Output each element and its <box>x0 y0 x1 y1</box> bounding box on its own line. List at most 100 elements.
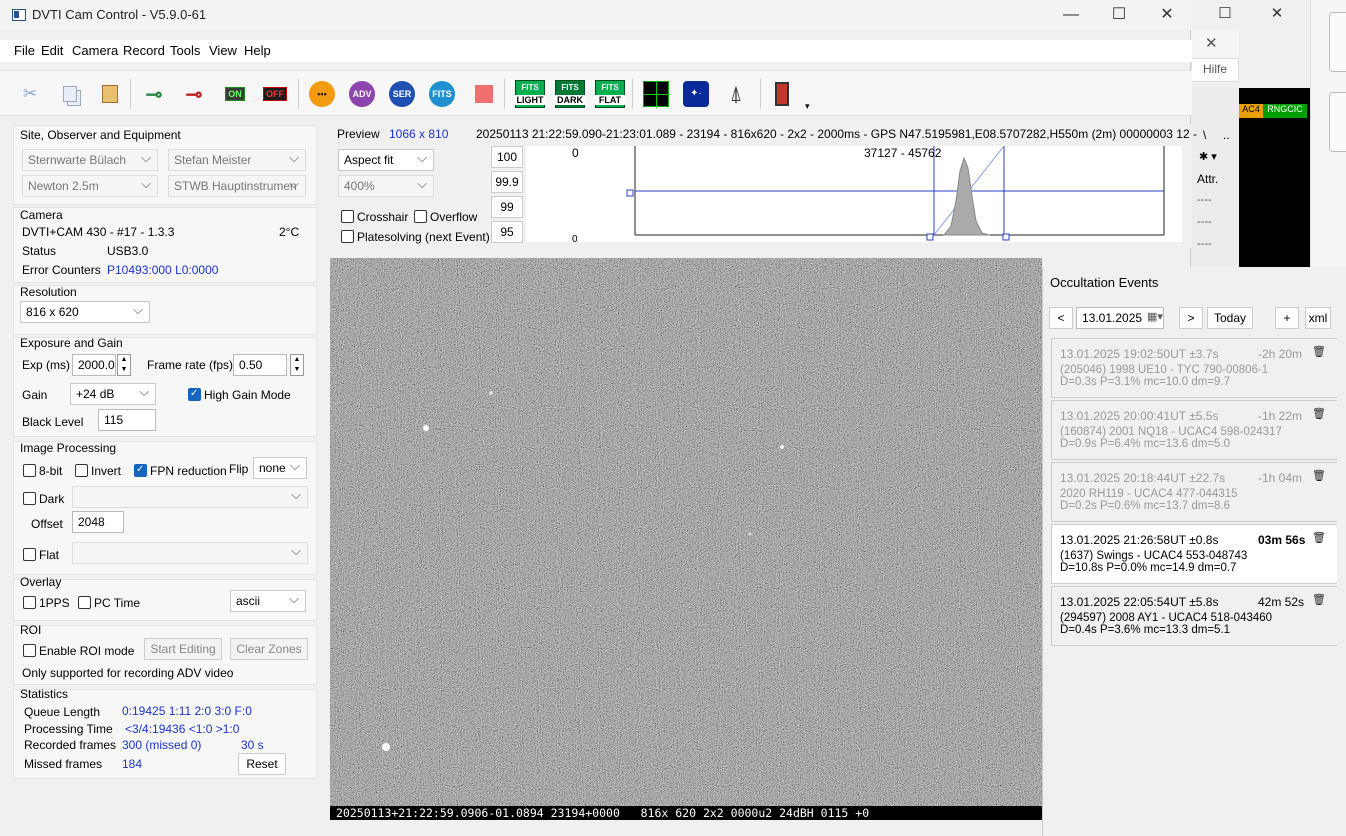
copy-icon[interactable] <box>56 81 84 107</box>
crosshair-checkbox[interactable] <box>341 210 354 223</box>
bg-text: .. <box>1223 128 1230 142</box>
camera-on-icon[interactable]: ON <box>218 81 252 107</box>
stop-button[interactable] <box>470 81 498 107</box>
events-scrollbar[interactable] <box>1337 338 1346 836</box>
event-item[interactable]: 13.01.2025 20:00:41UT ±5.5s -1h 22m 🗑 (1… <box>1051 400 1339 460</box>
calendar-icon[interactable]: ▦▾ <box>1147 310 1163 323</box>
minimize-button[interactable]: — <box>1048 0 1094 30</box>
dark-checkbox[interactable] <box>23 492 36 505</box>
reset-button[interactable]: Reset <box>238 753 286 775</box>
close-button[interactable]: ✕ <box>1144 0 1190 30</box>
frame-rate-input[interactable]: 0.50 <box>233 354 287 376</box>
menu-record[interactable]: Record <box>123 43 165 58</box>
aspect-fit-select[interactable]: Aspect fit <box>338 149 434 171</box>
telescope-select[interactable]: Newton 2.5m <box>22 175 158 197</box>
roi-enable-checkbox[interactable] <box>23 644 36 657</box>
offset-input[interactable]: 2048 <box>72 511 124 533</box>
flat-frame-select[interactable] <box>72 542 308 564</box>
event-item[interactable]: 13.01.2025 22:05:54UT ±5.8s 42m 52s 🗑 (2… <box>1051 586 1339 646</box>
pc-time-checkbox[interactable] <box>78 596 91 609</box>
observer-select[interactable]: Stefan Meister <box>168 149 306 171</box>
fits-light-button[interactable]: FITS LIGHT <box>514 80 546 108</box>
maximize-button[interactable]: ☐ <box>1096 0 1142 30</box>
bg-text: ---- <box>1197 216 1212 228</box>
zoom-select[interactable]: 400% <box>338 175 434 197</box>
menu-help[interactable]: Help <box>244 43 271 58</box>
platesolve-icon[interactable]: ✦· <box>682 81 710 107</box>
overflow-label: Overflow <box>430 210 478 224</box>
overlay-format-select[interactable]: ascii <box>230 590 306 612</box>
next-day-button[interactable]: > <box>1179 307 1203 329</box>
prev-day-button[interactable]: < <box>1049 307 1073 329</box>
connect-icon[interactable]: ⊸ <box>140 81 168 107</box>
percentile-99-9-button[interactable]: 99.9 <box>491 171 523 193</box>
percentile-100-button[interactable]: 100 <box>491 146 523 168</box>
record-options-button[interactable]: ••• <box>308 81 336 107</box>
fits-flat-button[interactable]: FITS FLAT <box>594 80 626 108</box>
bg-close-button[interactable]: ✕ <box>1257 4 1297 24</box>
delete-icon[interactable]: 🗑 <box>1312 593 1326 606</box>
toolbar-overflow-icon[interactable]: ▾ <box>805 101 810 112</box>
clear-zones-button[interactable]: Clear Zones <box>230 638 308 660</box>
camera-off-icon[interactable]: OFF <box>258 81 292 107</box>
bg-close-button-2[interactable]: ✕ <box>1205 34 1218 52</box>
overlay-header: Overlay <box>20 575 62 589</box>
1pps-checkbox[interactable] <box>23 596 36 609</box>
paste-icon[interactable] <box>96 81 124 107</box>
platesolving-checkbox[interactable] <box>341 230 354 243</box>
bg-menu-hilfe[interactable]: Hilfe <box>1203 62 1227 76</box>
adv-button[interactable]: ADV <box>348 81 376 107</box>
xml-button[interactable]: xml <box>1305 307 1331 329</box>
exposure-input[interactable]: 2000.0 <box>72 354 116 376</box>
camera-temperature: 2°C <box>279 225 300 239</box>
histogram[interactable]: 37127 - 45762 <box>626 146 1182 242</box>
flat-checkbox[interactable] <box>23 548 36 561</box>
menu-file[interactable]: File <box>14 43 35 58</box>
delete-icon[interactable]: 🗑 <box>1312 531 1326 544</box>
instrument-select[interactable]: STWB Hauptinstrumen <box>168 175 306 197</box>
error-counters-value: P10493:000 L0:0000 <box>107 263 219 277</box>
add-event-button[interactable]: + <box>1275 307 1299 329</box>
8bit-checkbox[interactable] <box>23 464 36 477</box>
site-select[interactable]: Sternwarte Bülach <box>22 149 158 171</box>
menu-camera[interactable]: Camera <box>72 43 118 58</box>
hardware-icon[interactable] <box>768 81 796 107</box>
percentile-99-button[interactable]: 99 <box>491 196 523 218</box>
window-title: DVTI Cam Control - V5.9.0-61 <box>32 7 207 22</box>
star-field-icon[interactable] <box>642 81 670 108</box>
delete-icon[interactable]: 🗑 <box>1312 469 1326 482</box>
menu-edit[interactable]: Edit <box>41 43 63 58</box>
black-level-input[interactable]: 115 <box>98 409 156 431</box>
menu-tools[interactable]: Tools <box>170 43 200 58</box>
percentile-95-button[interactable]: 95 <box>491 221 523 243</box>
delete-icon[interactable]: 🗑 <box>1312 407 1326 420</box>
fits-button[interactable]: FITS <box>428 81 456 107</box>
cut-icon[interactable]: ✂ <box>16 81 44 107</box>
dark-frame-select[interactable] <box>72 486 308 508</box>
bg-star-icon[interactable]: ✱ ▾ <box>1199 150 1217 163</box>
processing-time-label: Processing Time <box>24 722 113 736</box>
resolution-select[interactable]: 816 x 620 <box>20 301 150 323</box>
gain-select[interactable]: +24 dB <box>70 383 156 405</box>
invert-checkbox[interactable] <box>75 464 88 477</box>
flip-select[interactable]: none <box>253 457 307 479</box>
bg-maximize-button[interactable]: ☐ <box>1205 4 1245 24</box>
frame-rate-stepper[interactable]: ▲ ▼ <box>290 354 304 376</box>
exposure-stepper[interactable]: ▲ ▼ <box>117 354 131 376</box>
start-editing-button[interactable]: Start Editing <box>144 638 222 660</box>
fpn-reduction-checkbox[interactable] <box>134 464 147 477</box>
menu-view[interactable]: View <box>209 43 237 58</box>
overflow-checkbox[interactable] <box>414 210 427 223</box>
high-gain-checkbox[interactable] <box>188 388 201 401</box>
event-item[interactable]: 13.01.2025 19:02:50UT ±3.7s -2h 20m 🗑 (2… <box>1051 338 1339 398</box>
event-item-selected[interactable]: 13.01.2025 21:26:58UT ±0.8s 03m 56s 🗑 (1… <box>1051 524 1339 584</box>
delete-icon[interactable]: 🗑 <box>1312 345 1326 358</box>
today-button[interactable]: Today <box>1207 307 1253 329</box>
histogram-scale <box>526 146 626 242</box>
camera-preview-image[interactable] <box>330 258 1042 820</box>
event-item[interactable]: 13.01.2025 20:18:44UT ±22.7s -1h 04m 🗑 2… <box>1051 462 1339 522</box>
telescope-icon[interactable]: ⍋ <box>722 81 750 107</box>
disconnect-icon[interactable]: ⊸ <box>180 81 208 107</box>
ser-button[interactable]: SER <box>388 81 416 107</box>
fits-dark-button[interactable]: FITS DARK <box>554 80 586 108</box>
